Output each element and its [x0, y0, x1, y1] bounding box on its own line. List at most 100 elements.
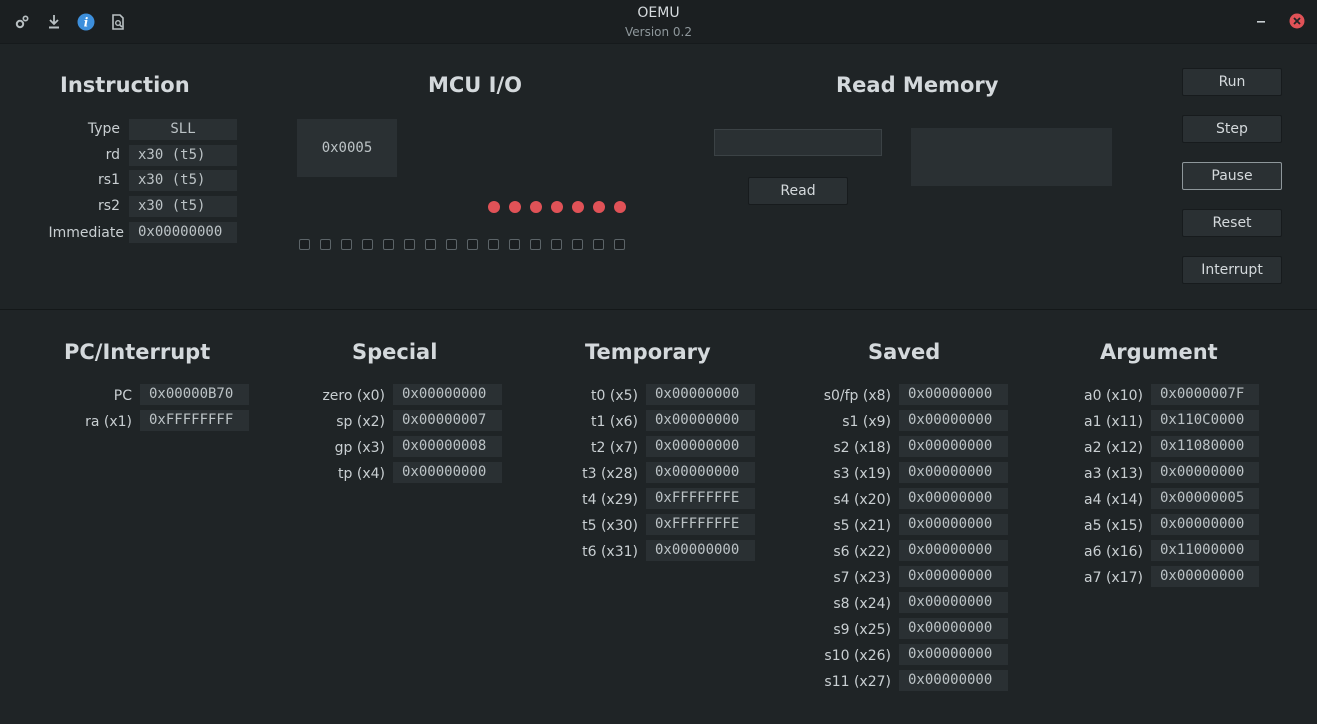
- pause-button[interactable]: Pause: [1182, 162, 1282, 190]
- seven-segment-display: 0x0005: [297, 119, 397, 177]
- memory-address-input[interactable]: [714, 129, 882, 156]
- register-value: 0x00000000: [899, 410, 1008, 431]
- register-label: s7 (x23): [833, 570, 891, 586]
- register-value: 0xFFFFFFFE: [646, 514, 755, 535]
- saved-heading: Saved: [868, 340, 941, 364]
- register-label: t4 (x29): [582, 492, 638, 508]
- register-value: 0x00000000: [646, 436, 755, 457]
- register-value: 0x00000000: [899, 592, 1008, 613]
- register-label: t2 (x7): [591, 440, 638, 456]
- register-value: 0x00000000: [899, 436, 1008, 457]
- register-label: t0 (x5): [591, 388, 638, 404]
- register-label: a4 (x14): [1084, 492, 1143, 508]
- instruction-rs1-label: rs1: [98, 172, 120, 188]
- interrupt-button[interactable]: Interrupt: [1182, 256, 1282, 284]
- reset-button[interactable]: Reset: [1182, 209, 1282, 237]
- register-value: 0x11080000: [1151, 436, 1259, 457]
- register-value: 0x11000000: [1151, 540, 1259, 561]
- register-value: 0x00000000: [899, 514, 1008, 535]
- register-label: a3 (x13): [1084, 466, 1143, 482]
- pc-interrupt-heading: PC/Interrupt: [64, 340, 211, 364]
- register-value: 0x00000000: [646, 540, 755, 561]
- run-button[interactable]: Run: [1182, 68, 1282, 96]
- register-value: 0x00000000: [899, 566, 1008, 587]
- register-label: PC: [113, 388, 132, 404]
- read-memory-heading: Read Memory: [836, 73, 999, 97]
- title-bar: i OEMU Version 0.2: [0, 0, 1317, 44]
- register-value: 0x00000000: [393, 462, 502, 483]
- register-value: 0x00000000: [646, 384, 755, 405]
- register-value: 0x00000005: [1151, 488, 1259, 509]
- led: [593, 201, 605, 213]
- instruction-rd-value: x30 (t5): [129, 145, 237, 166]
- register-label: s9 (x25): [833, 622, 891, 638]
- switch-checkbox[interactable]: [341, 239, 352, 250]
- led: [614, 201, 626, 213]
- register-label: s11 (x27): [824, 674, 891, 690]
- switch-checkbox[interactable]: [551, 239, 562, 250]
- switch-checkbox[interactable]: [404, 239, 415, 250]
- register-value: 0x00000008: [393, 436, 502, 457]
- register-label: ra (x1): [85, 414, 132, 430]
- register-value: 0x00000000: [1151, 566, 1259, 587]
- special-heading: Special: [352, 340, 438, 364]
- memory-result-display: [911, 128, 1112, 186]
- switch-checkbox[interactable]: [446, 239, 457, 250]
- register-value: 0x110C0000: [1151, 410, 1259, 431]
- mcu-io-heading: MCU I/O: [428, 73, 523, 97]
- register-value: 0x00000000: [899, 644, 1008, 665]
- led: [488, 201, 500, 213]
- register-label: t5 (x30): [582, 518, 638, 534]
- close-icon[interactable]: [1288, 12, 1306, 30]
- temporary-heading: Temporary: [585, 340, 711, 364]
- switch-checkbox[interactable]: [509, 239, 520, 250]
- register-label: a1 (x11): [1084, 414, 1143, 430]
- register-label: s2 (x18): [833, 440, 891, 456]
- register-value: 0xFFFFFFFE: [646, 488, 755, 509]
- minimize-icon[interactable]: [1252, 12, 1270, 30]
- argument-heading: Argument: [1100, 340, 1218, 364]
- section-divider: [0, 309, 1317, 310]
- read-button[interactable]: Read: [748, 177, 848, 205]
- register-value: 0x0000007F: [1151, 384, 1259, 405]
- register-value: 0x00000000: [899, 384, 1008, 405]
- register-label: s3 (x19): [833, 466, 891, 482]
- switch-checkbox[interactable]: [614, 239, 625, 250]
- register-value: 0x00000000: [393, 384, 502, 405]
- register-label: t1 (x6): [591, 414, 638, 430]
- register-label: s1 (x9): [842, 414, 891, 430]
- switch-checkbox[interactable]: [530, 239, 541, 250]
- led: [551, 201, 563, 213]
- register-value: 0x00000000: [899, 618, 1008, 639]
- switch-checkbox[interactable]: [362, 239, 373, 250]
- switch-checkbox[interactable]: [383, 239, 394, 250]
- led: [509, 201, 521, 213]
- step-button[interactable]: Step: [1182, 115, 1282, 143]
- register-label: gp (x3): [334, 440, 385, 456]
- switch-checkbox[interactable]: [593, 239, 604, 250]
- register-value: 0x00000000: [899, 540, 1008, 561]
- switch-checkbox[interactable]: [467, 239, 478, 250]
- switch-checkbox[interactable]: [320, 239, 331, 250]
- switch-checkbox[interactable]: [572, 239, 583, 250]
- register-label: s6 (x22): [833, 544, 891, 560]
- register-label: tp (x4): [338, 466, 385, 482]
- instruction-rd-label: rd: [105, 147, 120, 163]
- register-value: 0x00000000: [899, 488, 1008, 509]
- register-label: s0/fp (x8): [823, 388, 891, 404]
- switch-checkbox[interactable]: [299, 239, 310, 250]
- register-label: a7 (x17): [1084, 570, 1143, 586]
- register-label: t6 (x31): [582, 544, 638, 560]
- register-label: a5 (x15): [1084, 518, 1143, 534]
- register-label: a6 (x16): [1084, 544, 1143, 560]
- switch-checkbox[interactable]: [488, 239, 499, 250]
- switch-checkbox[interactable]: [425, 239, 436, 250]
- register-label: sp (x2): [336, 414, 385, 430]
- instruction-rs1-value: x30 (t5): [129, 170, 237, 191]
- register-label: s10 (x26): [824, 648, 891, 664]
- register-value: 0x00000000: [899, 462, 1008, 483]
- register-value: 0x00000000: [899, 670, 1008, 691]
- led: [572, 201, 584, 213]
- window-subtitle: Version 0.2: [624, 25, 693, 39]
- instruction-immediate-value: 0x00000000: [129, 222, 237, 243]
